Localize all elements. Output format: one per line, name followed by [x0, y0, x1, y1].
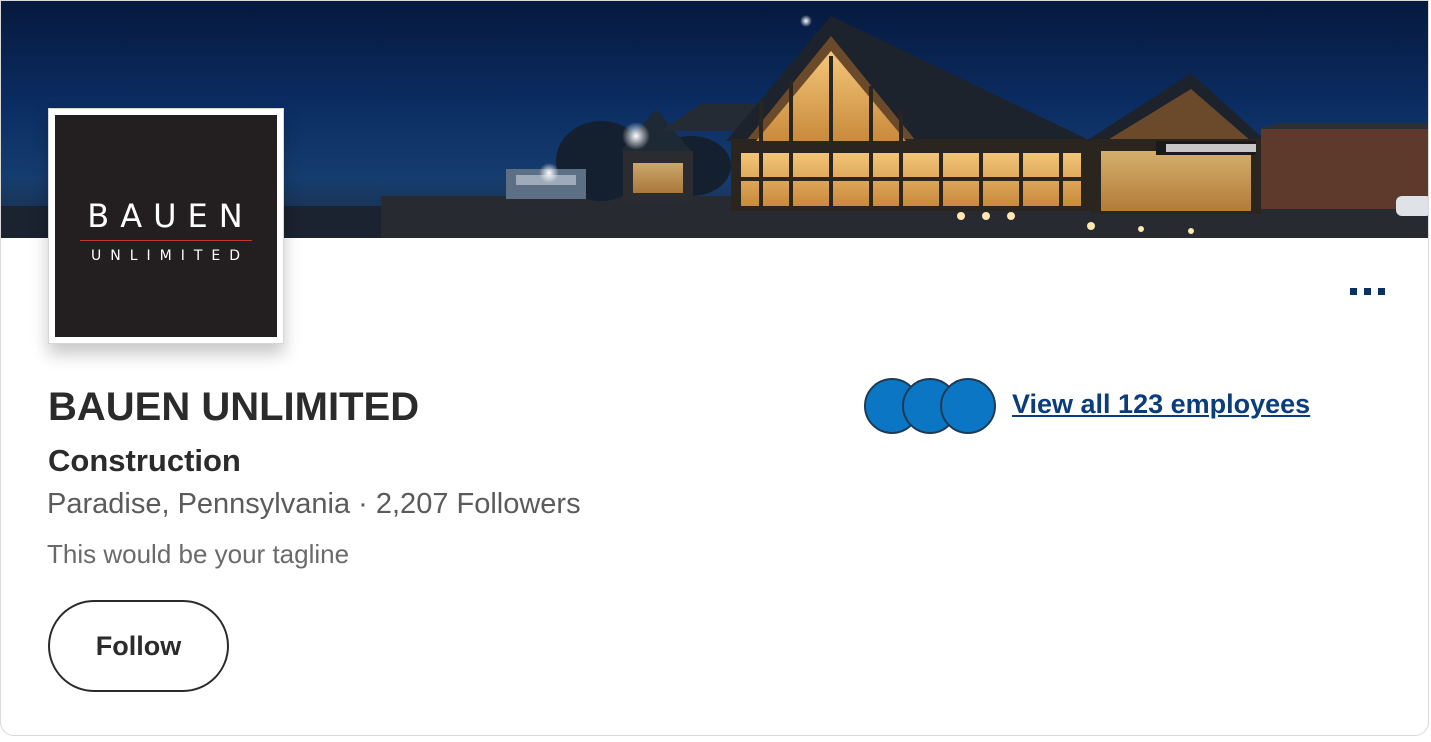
more-options-button[interactable]	[1343, 279, 1391, 303]
company-location: Paradise, Pennsylvania	[47, 488, 351, 520]
view-employees-link[interactable]: View all 123 employees	[1012, 389, 1310, 420]
meta-separator: ·	[358, 488, 368, 520]
company-logo: BAUEN UNLIMITED	[48, 108, 284, 344]
company-industry: Construction	[48, 443, 241, 478]
company-profile-card: BAUEN UNLIMITED BAUEN UNLIMITED Construc…	[0, 0, 1429, 736]
company-followers: 2,207 Followers	[375, 488, 581, 520]
more-horizontal-icon-dot	[1363, 287, 1371, 295]
logo-rule	[80, 240, 252, 241]
employee-avatars[interactable]	[864, 378, 996, 434]
follow-button[interactable]: Follow	[48, 600, 229, 692]
logo-subtitle: UNLIMITED	[90, 248, 250, 264]
avatar	[940, 378, 996, 434]
company-logo-mark: BAUEN UNLIMITED	[55, 115, 277, 337]
more-horizontal-icon	[1349, 287, 1357, 295]
more-horizontal-icon-dot	[1377, 287, 1385, 295]
logo-wordmark: BAUEN	[87, 197, 254, 235]
company-meta: Paradise, Pennsylvania · 2,207 Followers	[47, 488, 581, 521]
company-name: BAUEN UNLIMITED	[48, 385, 420, 429]
company-tagline: This would be your tagline	[47, 539, 350, 569]
